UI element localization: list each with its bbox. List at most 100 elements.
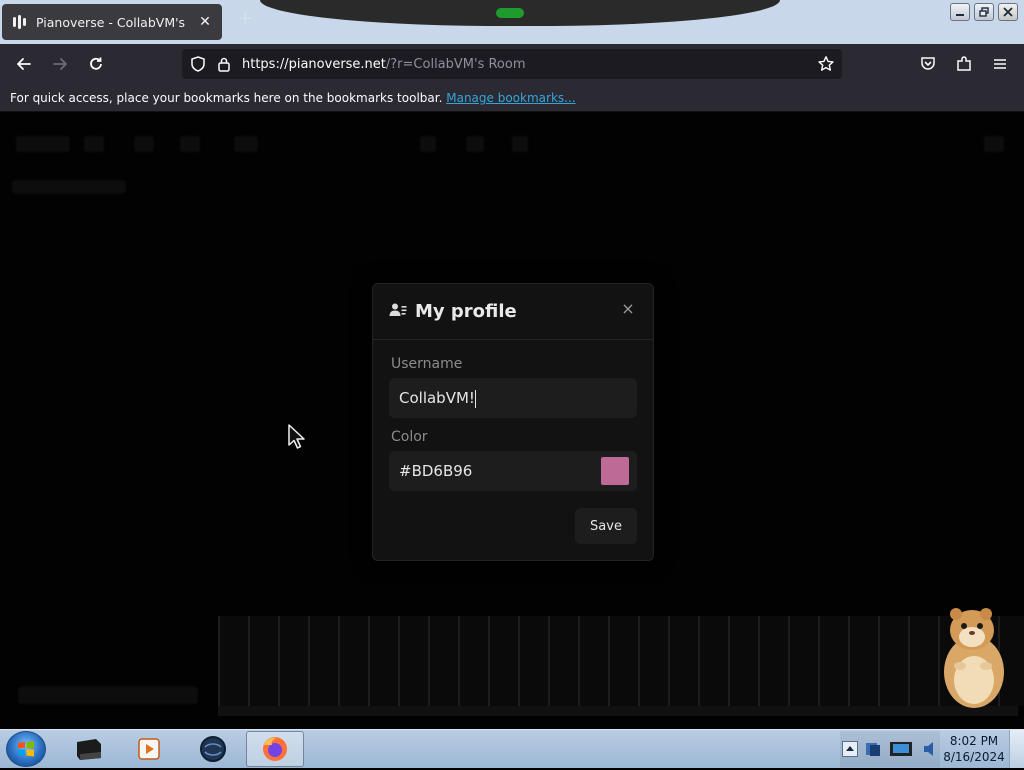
username-field[interactable]: CollabVM!	[389, 378, 637, 418]
color-value: #BD6B96	[399, 462, 473, 480]
windows-logo-icon	[18, 741, 34, 757]
piano-key	[368, 616, 400, 706]
piano-keyboard	[218, 616, 1024, 716]
status-led	[496, 8, 524, 18]
clock-time: 8:02 PM	[949, 734, 999, 748]
piano-key	[908, 616, 940, 706]
bookmark-star-icon[interactable]	[816, 54, 836, 74]
url-text[interactable]: https://pianoverse.net/?r=CollabVM's Roo…	[242, 57, 526, 72]
profile-modal: My profile × Username CollabVM! Color #B…	[372, 283, 654, 561]
piano-key	[698, 616, 730, 706]
bg-chat-input	[18, 686, 198, 704]
piano-key	[278, 616, 310, 706]
browser-navbar: https://pianoverse.net/?r=CollabVM's Roo…	[0, 44, 1024, 84]
taskbar-app-media-player[interactable]	[120, 731, 178, 767]
piano-key	[338, 616, 370, 706]
tab-close-icon[interactable]: ✕	[198, 15, 212, 29]
piano-key	[488, 616, 520, 706]
taskbar: 8:02 PM 8/16/2024	[0, 729, 1024, 768]
clock-date: 8/16/2024	[943, 750, 1005, 764]
piano-key	[728, 616, 760, 706]
piano-key	[548, 616, 580, 706]
bg-toolbar-item	[16, 136, 70, 152]
bg-toolbar-item	[984, 136, 1004, 152]
piano-key	[848, 616, 880, 706]
globe-app-icon	[200, 736, 226, 762]
bookmarks-toolbar: For quick access, place your bookmarks h…	[0, 84, 1024, 112]
bg-toolbar-item	[466, 136, 484, 152]
start-button[interactable]	[6, 731, 46, 767]
user-settings-icon	[389, 302, 407, 322]
text-caret	[474, 389, 476, 408]
system-tray	[840, 731, 940, 767]
taskbar-app-firefox[interactable]	[246, 731, 304, 767]
manage-bookmarks-link[interactable]: Manage bookmarks...	[446, 91, 575, 105]
vm-indicator-bump	[260, 0, 780, 26]
close-window-button[interactable]	[998, 3, 1018, 21]
url-path: /?r=CollabVM's Room	[385, 56, 526, 72]
show-desktop-button[interactable]	[1009, 730, 1024, 768]
taskbar-clock[interactable]: 8:02 PM 8/16/2024	[940, 733, 1008, 765]
bg-user-list	[12, 180, 126, 194]
piano-key	[248, 616, 280, 706]
piano-key	[578, 616, 610, 706]
new-tab-button[interactable]: +	[236, 10, 254, 28]
volume-icon[interactable]	[922, 740, 938, 758]
color-field[interactable]: #BD6B96	[389, 451, 637, 491]
url-bar[interactable]: https://pianoverse.net/?r=CollabVM's Roo…	[182, 49, 842, 79]
piano-key	[638, 616, 670, 706]
piano-key	[878, 616, 910, 706]
tab-title: Pianoverse - CollabVM's Room	[36, 14, 190, 30]
menu-hamburger-icon[interactable]	[988, 52, 1012, 76]
color-label: Color	[391, 429, 428, 445]
taskbar-app-pianoteq[interactable]	[60, 731, 118, 767]
forward-icon[interactable]	[48, 52, 72, 76]
hamster-sticker-icon	[944, 608, 1004, 708]
shield-icon[interactable]	[188, 54, 208, 74]
action-center-icon[interactable]	[864, 740, 882, 758]
lock-icon[interactable]	[214, 54, 234, 74]
piano-key	[818, 616, 850, 706]
show-hidden-icons-icon[interactable]	[842, 741, 858, 757]
bg-toolbar-item	[234, 136, 258, 152]
modal-title: My profile	[415, 301, 517, 322]
page-content: My profile × Username CollabVM! Color #B…	[0, 112, 1024, 729]
close-icon[interactable]: ×	[621, 301, 635, 317]
firefox-icon	[263, 737, 287, 761]
url-host: https://pianoverse.net	[242, 56, 386, 72]
bg-toolbar-item	[134, 136, 154, 152]
bg-toolbar-item	[84, 136, 104, 152]
color-swatch[interactable]	[601, 457, 629, 485]
save-button[interactable]: Save	[575, 508, 637, 544]
piano-key	[458, 616, 490, 706]
window-controls	[950, 3, 1018, 21]
piano-key	[758, 616, 790, 706]
piano-key	[398, 616, 430, 706]
bookmarks-hint: For quick access, place your bookmarks h…	[10, 91, 443, 105]
back-icon[interactable]	[12, 52, 36, 76]
restore-button[interactable]	[974, 3, 994, 21]
bg-toolbar-item	[512, 136, 528, 152]
tab-pianoverse[interactable]: Pianoverse - CollabVM's Room ✕	[2, 4, 222, 40]
extensions-icon[interactable]	[952, 52, 976, 76]
piano-app-icon	[77, 739, 101, 760]
minimize-button[interactable]	[950, 3, 970, 21]
piano-key	[518, 616, 550, 706]
browser-titlebar: Pianoverse - CollabVM's Room ✕ +	[0, 0, 1024, 44]
piano-key	[308, 616, 340, 706]
reload-icon[interactable]	[84, 52, 108, 76]
network-icon[interactable]	[888, 739, 916, 759]
mouse-cursor-icon	[288, 424, 305, 449]
modal-header: My profile ×	[373, 284, 653, 340]
piano-key	[668, 616, 700, 706]
username-label: Username	[391, 356, 463, 372]
taskbar-app-globe[interactable]	[184, 731, 242, 767]
piano-key	[428, 616, 460, 706]
piano-key	[788, 616, 820, 706]
username-value: CollabVM!	[399, 389, 475, 407]
pocket-icon[interactable]	[916, 52, 940, 76]
bg-toolbar-item	[420, 136, 436, 152]
bg-toolbar-item	[180, 136, 200, 152]
piano-key	[218, 616, 250, 706]
media-player-icon	[138, 738, 160, 760]
